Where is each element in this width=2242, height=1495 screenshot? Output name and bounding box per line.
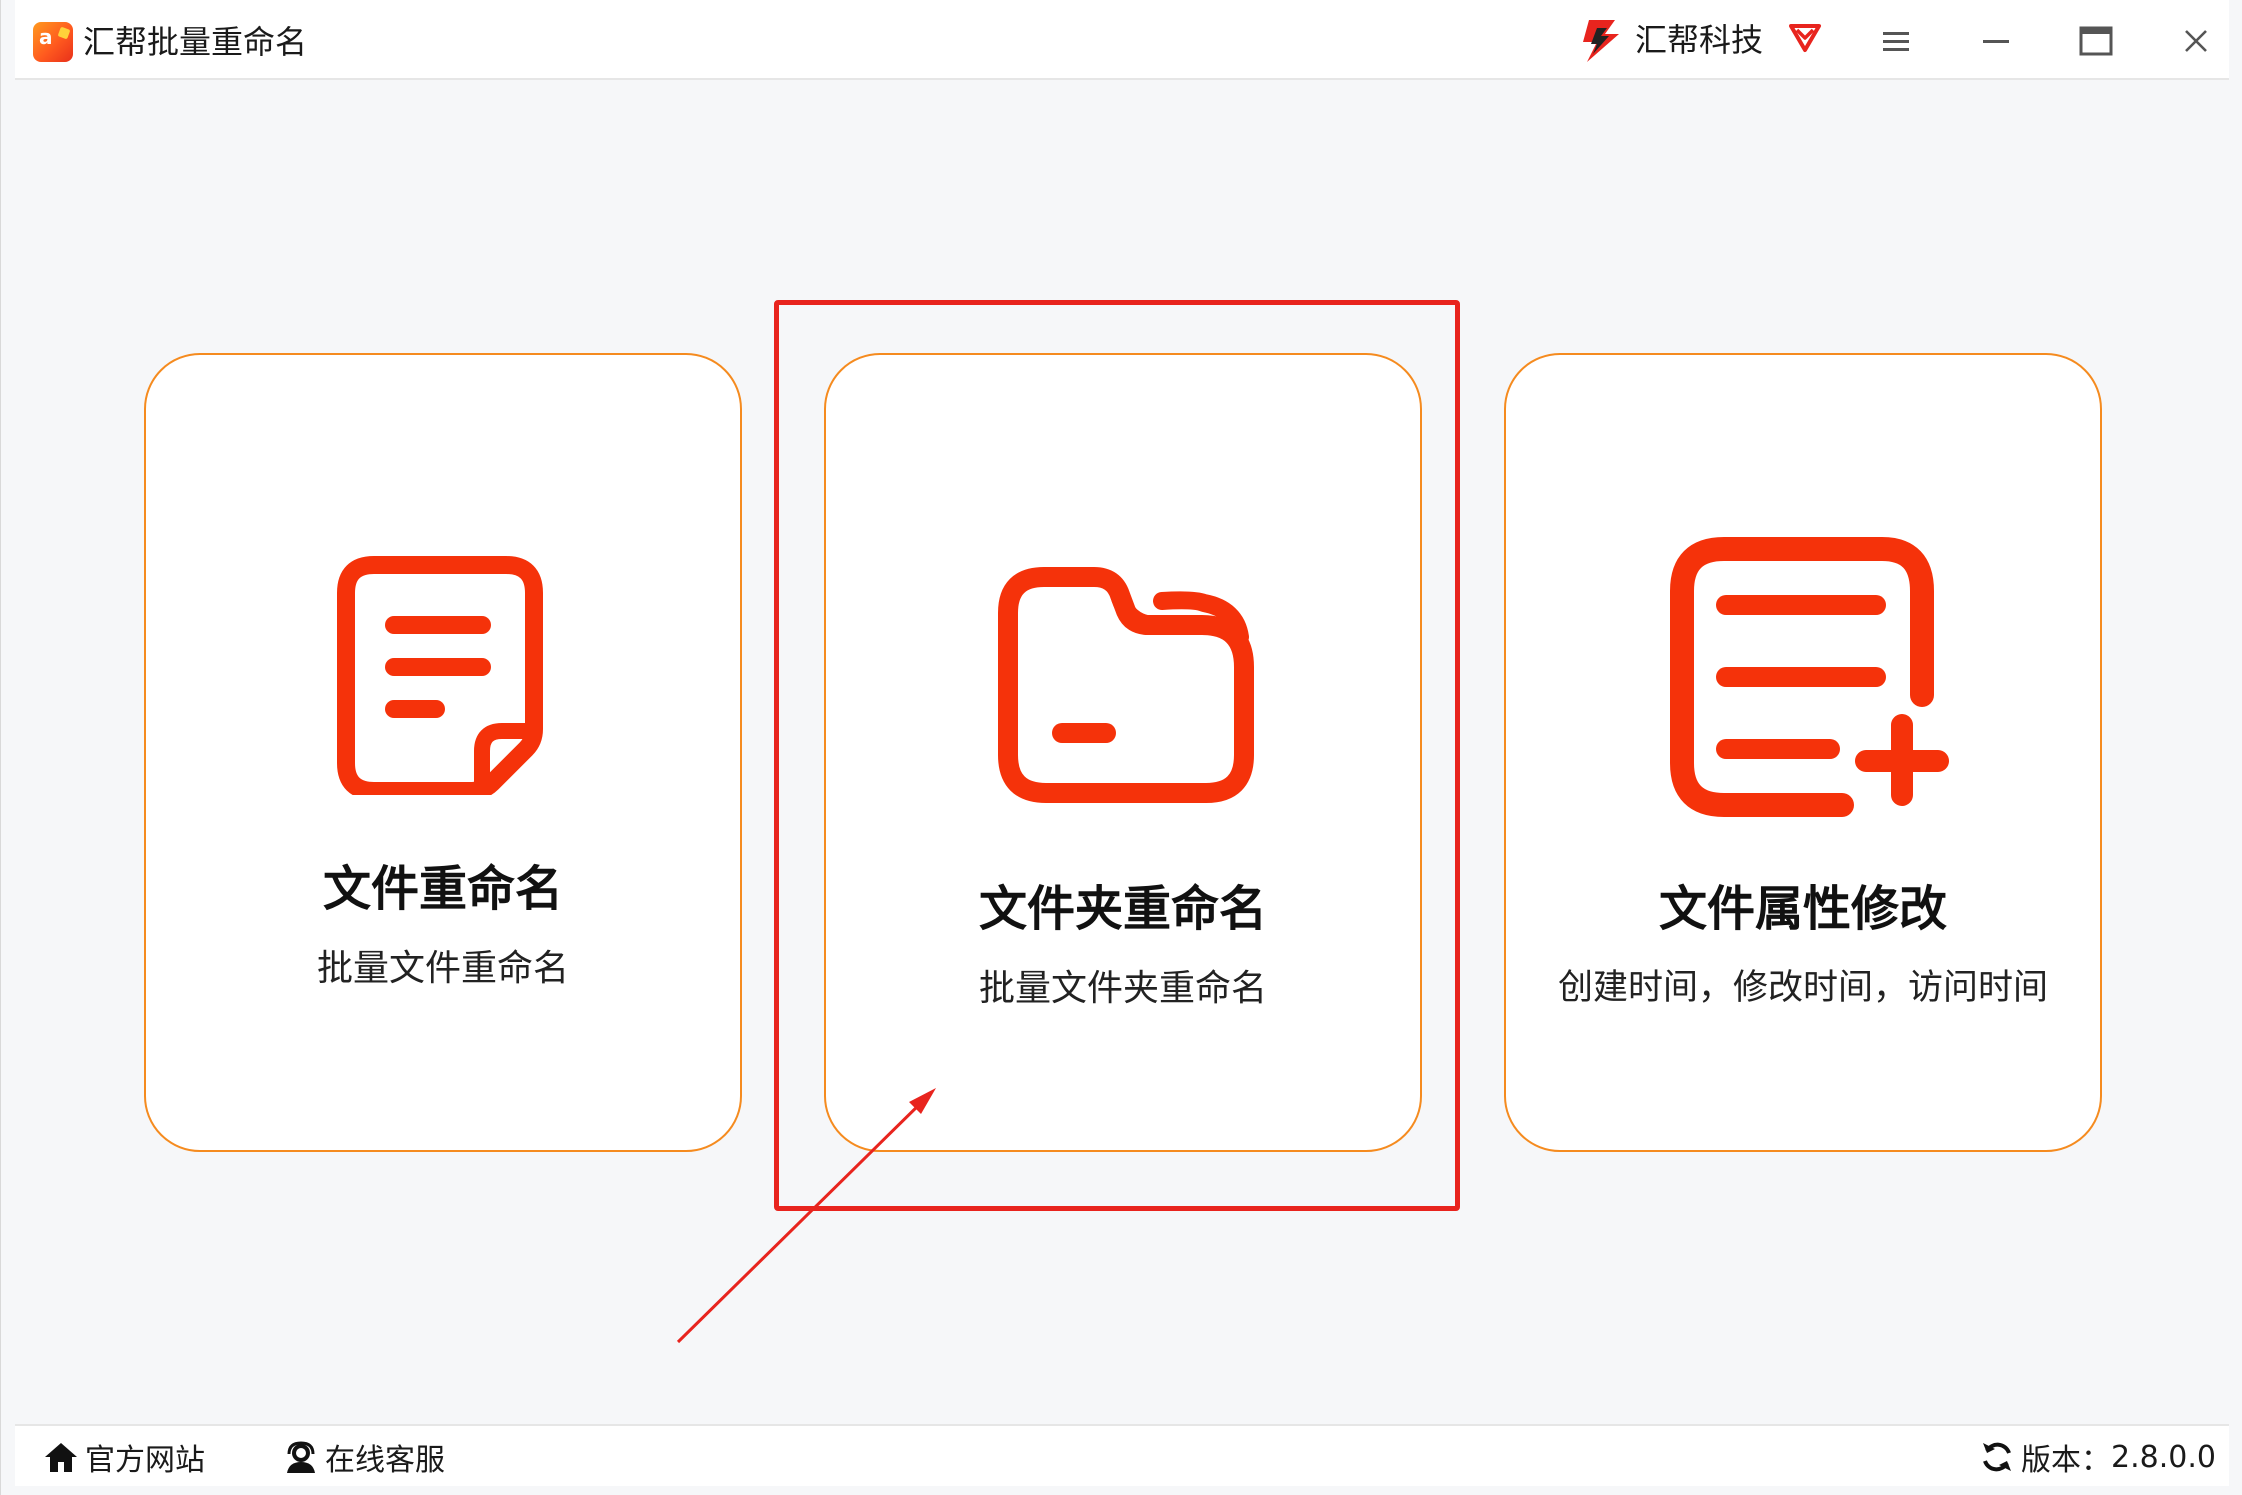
version-info: 版本： 2.8.0.0 bbox=[1979, 1434, 2216, 1480]
minimize-icon bbox=[1983, 40, 2009, 43]
version-value: 2.8.0.0 bbox=[2111, 1439, 2216, 1475]
folder-icon bbox=[998, 567, 1254, 803]
online-service-link[interactable]: 在线客服 bbox=[283, 1434, 445, 1480]
status-bar: 官方网站 在线客服 版本： 2.8.0.0 bbox=[15, 1424, 2229, 1486]
refresh-icon[interactable] bbox=[1979, 1439, 2015, 1475]
diamond-vip-icon[interactable] bbox=[1785, 16, 1825, 56]
folder-rename-card[interactable]: 文件夹重命名 批量文件夹重命名 bbox=[824, 353, 1422, 1152]
file-rename-card[interactable]: 文件重命名 批量文件重命名 bbox=[144, 353, 742, 1152]
huibang-logo-icon bbox=[1583, 20, 1619, 62]
title-bar: a 汇帮批量重命名 汇帮科技 bbox=[15, 0, 2229, 80]
app-logo-letter: a bbox=[39, 25, 53, 49]
brand-name: 汇帮科技 bbox=[1635, 21, 1764, 59]
maximize-icon bbox=[2079, 26, 2113, 56]
file-attribute-card[interactable]: 文件属性修改 创建时间，修改时间，访问时间 bbox=[1504, 353, 2102, 1152]
online-service-label: 在线客服 bbox=[325, 1443, 445, 1478]
document-icon bbox=[337, 556, 543, 795]
app-logo-icon: a bbox=[33, 22, 73, 62]
maximize-button[interactable] bbox=[2071, 18, 2121, 64]
app-window: a 汇帮批量重命名 汇帮科技 文件重命名 批量文件重命名 文件夹重命名 批量文件… bbox=[0, 0, 2242, 1495]
customer-service-icon bbox=[287, 1441, 315, 1473]
card-title: 文件重命名 bbox=[322, 861, 563, 917]
app-title: 汇帮批量重命名 bbox=[83, 23, 308, 61]
card-title: 文件属性修改 bbox=[1658, 881, 1947, 937]
official-website-link[interactable]: 官方网站 bbox=[43, 1434, 205, 1480]
hamburger-menu-icon bbox=[1883, 32, 1909, 51]
menu-button[interactable] bbox=[1871, 18, 1921, 64]
card-title: 文件夹重命名 bbox=[978, 881, 1267, 937]
card-subtitle: 批量文件夹重命名 bbox=[978, 968, 1267, 1009]
close-button[interactable] bbox=[2171, 18, 2221, 64]
close-icon bbox=[2185, 30, 2207, 52]
card-subtitle: 创建时间，修改时间，访问时间 bbox=[1557, 968, 2048, 1008]
home-icon bbox=[45, 1443, 77, 1472]
version-label: 版本： bbox=[2021, 1443, 2111, 1478]
minimize-button[interactable] bbox=[1971, 18, 2021, 64]
card-subtitle: 批量文件重命名 bbox=[316, 948, 569, 989]
list-add-icon bbox=[1670, 537, 1949, 817]
official-website-label: 官方网站 bbox=[85, 1443, 205, 1478]
